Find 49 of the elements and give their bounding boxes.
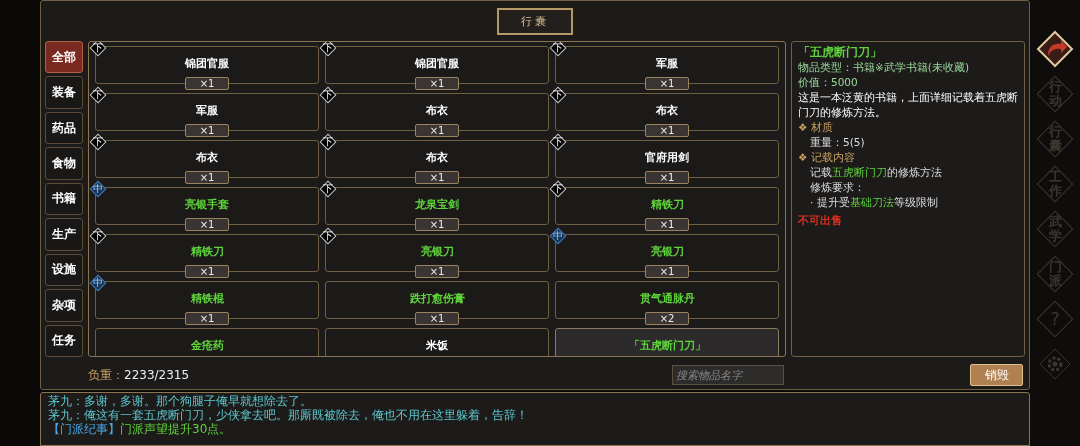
category-tab[interactable]: 任务 — [45, 324, 83, 357]
item-count: ×1 — [415, 124, 459, 137]
item-type: 物品类型：书籍※武学书籍(未收藏) — [798, 60, 970, 75]
category-tab[interactable]: 药品 — [45, 111, 83, 145]
item-count: ×1 — [645, 124, 689, 137]
panel-title: 行囊 — [497, 7, 573, 35]
weight-value: 2233/2315 — [124, 368, 191, 382]
item-count: ×1 — [185, 77, 229, 90]
sale-note: 不可出售 — [798, 213, 843, 228]
log-line: 茅九：多谢，多谢。那个狗腿子俺早就想除去了。 — [48, 394, 313, 408]
item-count: ×1 — [415, 265, 459, 278]
item-slot[interactable]: 米饭 — [325, 328, 549, 356]
item-count: ×2 — [645, 312, 689, 325]
item-slot[interactable]: 「五虎断门刀」 — [555, 328, 779, 356]
category-tab[interactable]: 全部 — [45, 41, 83, 74]
weight-label: 负重： — [88, 366, 124, 384]
item-count: ×1 — [415, 312, 459, 325]
item-count: ×1 — [185, 265, 229, 278]
item-count: ×1 — [185, 218, 229, 231]
redo-arrow-icon[interactable] — [1036, 30, 1074, 68]
detail-line: 记载五虎断门刀的修炼方法 — [809, 165, 943, 180]
category-tab[interactable]: 杂项 — [45, 289, 83, 322]
item-title: 「五虎断门刀」 — [798, 45, 883, 60]
item-value: 价值：5000 — [798, 75, 859, 90]
search-field[interactable]: 搜索物品名字 — [672, 365, 784, 385]
detail-line: 重量：5(5) — [809, 135, 866, 150]
category-tab[interactable]: 书籍 — [45, 182, 83, 216]
item-count: ×1 — [415, 218, 459, 231]
log-line: 茅九：俺这有一套五虎断门刀，少侠拿去吧。那厮既被除去，俺也不用在这里躲着，告辞！ — [48, 408, 529, 422]
item-description: 这是一本泛黄的书籍，上面详细记载着五虎断门刀的修炼方法。 — [798, 90, 1018, 120]
detail-line: · 提升受基础刀法等级限制 — [809, 195, 939, 210]
item-count: ×1 — [645, 171, 689, 184]
item-count: ×1 — [645, 218, 689, 231]
item-count: ×1 — [415, 171, 459, 184]
category-tab[interactable]: 设施 — [45, 253, 83, 287]
section-heading: ❖ 材质 — [798, 120, 834, 135]
item-count: ×1 — [415, 77, 459, 90]
item-count: ×1 — [645, 77, 689, 90]
item-count: ×1 — [185, 171, 229, 184]
item-count: ×1 — [645, 265, 689, 278]
category-tab[interactable]: 生产 — [45, 218, 83, 251]
item-slot[interactable]: 金疮药 — [95, 328, 319, 356]
item-count: ×1 — [185, 312, 229, 325]
category-tab[interactable]: 食物 — [45, 147, 83, 180]
section-heading: ❖ 记载内容 — [798, 150, 856, 165]
category-tab[interactable]: 装备 — [45, 76, 83, 109]
log-line: 【门派纪事】门派声望提升30点。 — [48, 422, 233, 436]
item-count: ×1 — [185, 124, 229, 137]
detail-line: 修炼要求： — [809, 180, 866, 195]
